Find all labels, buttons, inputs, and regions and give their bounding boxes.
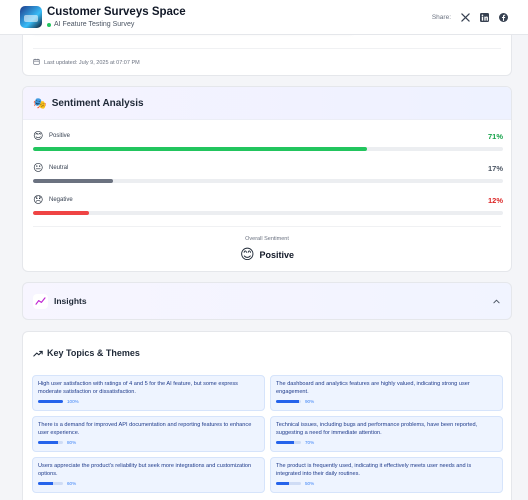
- sentiment-percent: 17%: [487, 163, 503, 173]
- share-label: Share:: [431, 13, 451, 21]
- topic-card: Users appreciate the product's reliabili…: [32, 457, 265, 493]
- sentiment-analysis-card: 🎭 Sentiment Analysis 😊 Positive 71% 😐 Ne…: [22, 86, 512, 272]
- topic-percent: 50%: [305, 481, 315, 486]
- topic-text: Technical issues, including bugs and per…: [276, 422, 478, 436]
- x-icon[interactable]: [460, 12, 470, 22]
- sentiment-label: Negative: [49, 197, 73, 203]
- space-logo: [20, 6, 42, 28]
- smile-icon: 😊: [239, 246, 255, 262]
- topic-meter-fill: [38, 482, 53, 485]
- topic-card: High user satisfaction with ratings of 4…: [32, 375, 265, 411]
- app-header: Customer Surveys Space AI Feature Testin…: [0, 0, 528, 35]
- sentiment-percent: 12%: [487, 195, 503, 205]
- topic-meter: 50%: [276, 481, 497, 486]
- topic-percent: 90%: [305, 399, 315, 404]
- topic-text: There is a demand for improved API docum…: [38, 422, 252, 436]
- linkedin-icon[interactable]: [479, 12, 489, 22]
- trending-up-icon: [33, 344, 43, 362]
- sentiment-label: Positive: [49, 133, 71, 139]
- trend-chart-icon: [33, 293, 48, 309]
- smile-icon: 😊: [33, 130, 44, 142]
- sentiment-bar-fill: [33, 147, 367, 151]
- key-topics-card: Key Topics & Themes High user satisfacti…: [22, 331, 512, 500]
- overall-sentiment-value: Positive: [259, 249, 295, 260]
- neutral-face-icon: 😐: [33, 162, 44, 174]
- topic-text: The dashboard and analytics features are…: [276, 381, 470, 395]
- sentiment-bar-fill: [33, 211, 90, 215]
- topic-card: There is a demand for improved API docum…: [32, 416, 265, 452]
- topic-meter-fill: [38, 441, 58, 444]
- insights-section-toggle[interactable]: Insights: [22, 282, 512, 320]
- topic-meter-fill: [276, 400, 299, 403]
- survey-subtitle: AI Feature Testing Survey: [47, 21, 186, 28]
- sentiment-row-neutral: 😐 Neutral 17%: [33, 162, 503, 183]
- topic-percent: 60%: [67, 481, 77, 486]
- topic-percent: 70%: [305, 440, 315, 445]
- topic-meter: 70%: [276, 440, 497, 445]
- sentiment-title: Sentiment Analysis: [51, 97, 144, 109]
- sentiment-percent: 71%: [487, 131, 503, 141]
- topic-card: Technical issues, including bugs and per…: [270, 416, 503, 452]
- status-dot-icon: [47, 22, 51, 27]
- topic-meter: 90%: [276, 399, 497, 404]
- chevron-up-icon[interactable]: [491, 296, 501, 306]
- topic-text: The product is frequently used, indicati…: [276, 463, 472, 477]
- facebook-icon[interactable]: [498, 12, 508, 22]
- divider: [33, 48, 501, 49]
- topic-text: High user satisfaction with ratings of 4…: [38, 381, 238, 395]
- topic-meter-fill: [276, 441, 294, 444]
- topic-meter-fill: [38, 400, 63, 403]
- key-topics-header: Key Topics & Themes: [33, 344, 140, 362]
- survey-name: AI Feature Testing Survey: [54, 21, 135, 28]
- topic-meter: 100%: [38, 399, 259, 404]
- brand: Customer Surveys Space AI Feature Testin…: [47, 6, 186, 28]
- theater-masks-icon: 🎭: [33, 97, 47, 110]
- sentiment-bar-track: [33, 147, 503, 151]
- topic-card: The dashboard and analytics features are…: [270, 375, 503, 411]
- overall-sentiment: 😊 Positive: [23, 246, 511, 263]
- topic-text: Users appreciate the product's reliabili…: [38, 463, 252, 477]
- last-updated: Last updated: July 9, 2025 at 07:07 PM: [33, 58, 140, 67]
- frown-icon: 😞: [33, 194, 44, 206]
- topic-percent: 100%: [67, 399, 79, 404]
- insights-title: Insights: [54, 296, 87, 306]
- topic-meter: 60%: [38, 481, 259, 486]
- topic-meter-fill: [276, 482, 289, 485]
- sentiment-header: 🎭 Sentiment Analysis: [23, 87, 511, 120]
- space-title: Customer Surveys Space: [47, 6, 186, 18]
- calendar-icon: [33, 58, 40, 67]
- overall-sentiment-label: Overall Sentiment: [245, 236, 289, 242]
- sentiment-row-negative: 😞 Negative 12%: [33, 194, 503, 215]
- topic-percent: 80%: [67, 440, 77, 445]
- sentiment-label: Neutral: [49, 165, 69, 171]
- sentiment-bar-track: [33, 179, 503, 183]
- sentiment-row-positive: 😊 Positive 71%: [33, 130, 503, 151]
- topic-meter: 80%: [38, 440, 259, 445]
- divider: [33, 226, 501, 227]
- last-updated-text: Last updated: July 9, 2025 at 07:07 PM: [44, 59, 140, 66]
- topic-card: The product is frequently used, indicati…: [270, 457, 503, 493]
- share-bar: Share:: [432, 12, 508, 22]
- sentiment-bar-track: [33, 211, 503, 215]
- sentiment-bar-fill: [33, 179, 113, 183]
- key-topics-title: Key Topics & Themes: [47, 348, 140, 358]
